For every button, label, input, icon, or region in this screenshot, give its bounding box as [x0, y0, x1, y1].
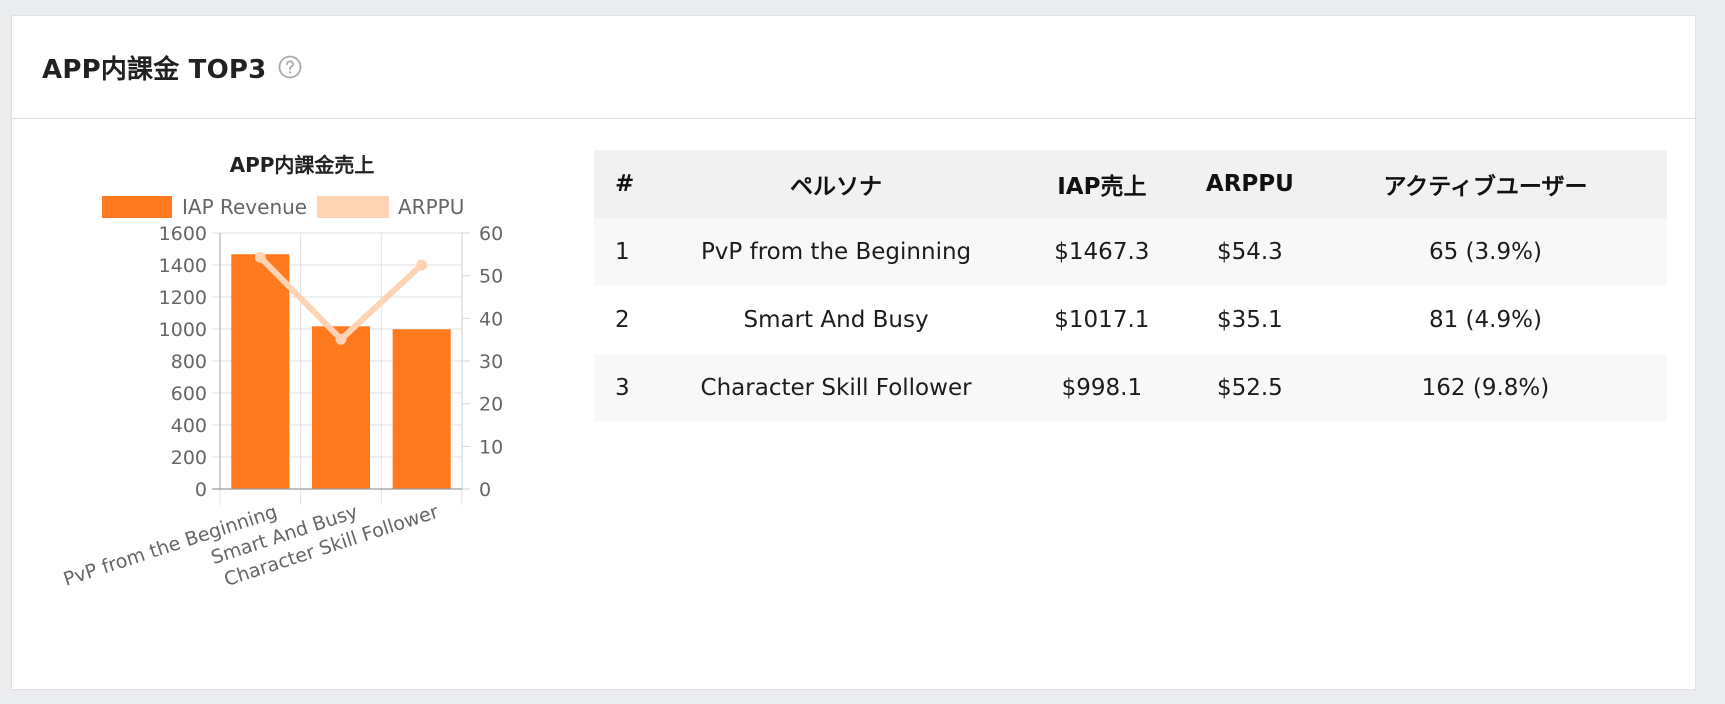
- cell-rank: 3: [594, 354, 665, 422]
- table-row: 1 PvP from the Beginning $1467.3 $54.3 6…: [594, 218, 1667, 286]
- header-active-users: アクティブユーザー: [1303, 150, 1667, 218]
- y-right-tick-label: 20: [479, 394, 503, 416]
- bar-iap-revenue: [311, 326, 371, 489]
- y-right-tick-label: 50: [479, 266, 503, 288]
- cell-arppu: $35.1: [1195, 286, 1304, 354]
- y-right-tick-label: 40: [479, 308, 503, 330]
- y-left-tick-label: 200: [171, 447, 207, 469]
- y-right-tick-label: 30: [479, 351, 503, 373]
- iap-chart-svg: 0 200 400 600 800 1000 1200 1400 1600 0 10 20 30 40 50…: [61, 153, 503, 591]
- legend-label-iap-revenue: IAP Revenue: [182, 195, 307, 219]
- cell-active-users: 81 (4.9%): [1303, 286, 1667, 354]
- cell-persona: Character Skill Follower: [664, 354, 1008, 422]
- y-right-tick-label: 60: [479, 223, 503, 245]
- legend-swatch-iap-revenue: [102, 196, 172, 218]
- chart-title: APP内課金売上: [230, 153, 375, 177]
- header-rank: #: [594, 150, 665, 218]
- y-left-tick-label: 0: [195, 479, 207, 501]
- y-left-tick-label: 1000: [159, 319, 207, 341]
- point-arppu: [254, 251, 266, 263]
- card-header: APP内課金 TOP3: [12, 16, 1695, 119]
- point-arppu: [335, 333, 347, 345]
- y-right-tick-label: 0: [479, 479, 491, 501]
- cell-iap-revenue: $1467.3: [1007, 218, 1196, 286]
- legend-label-arppu: ARPPU: [398, 195, 464, 219]
- table-row: 3 Character Skill Follower $998.1 $52.5 …: [594, 354, 1667, 422]
- card-title: APP内課金 TOP3: [42, 54, 267, 85]
- table-row: 2 Smart And Busy $1017.1 $35.1 81 (4.9%): [594, 286, 1667, 354]
- y-left-tick-label: 600: [171, 383, 207, 405]
- point-arppu: [416, 259, 428, 271]
- cell-active-users: 162 (9.8%): [1303, 354, 1667, 422]
- y-left-tick-label: 1200: [159, 287, 207, 309]
- y-left-tick-label: 1400: [159, 255, 207, 277]
- y-left-tick-label: 1600: [159, 223, 207, 245]
- cell-iap-revenue: $998.1: [1007, 354, 1196, 422]
- question-circle-icon[interactable]: [278, 55, 302, 79]
- header-arppu: ARPPU: [1195, 150, 1304, 218]
- cell-persona: Smart And Busy: [664, 286, 1008, 354]
- cell-arppu: $52.5: [1195, 354, 1304, 422]
- iap-chart: 0 200 400 600 800 1000 1200 1400 1600 0 10 20 30 40 50…: [12, 121, 592, 681]
- bar-iap-revenue: [231, 254, 290, 489]
- cell-persona: PvP from the Beginning: [664, 218, 1008, 286]
- header-iap-revenue: IAP売上: [1007, 150, 1196, 218]
- bar-iap-revenue: [392, 329, 451, 489]
- header-persona: ペルソナ: [664, 150, 1008, 218]
- cell-active-users: 65 (3.9%): [1303, 218, 1667, 286]
- iap-top3-card: APP内課金 TOP3 0 200 400 600 800 1000 1200 1400 160…: [11, 15, 1696, 690]
- table-header-row: # ペルソナ IAP売上 ARPPU アクティブユーザー: [594, 150, 1667, 218]
- y-left-tick-label: 400: [171, 415, 207, 437]
- cell-iap-revenue: $1017.1: [1007, 286, 1196, 354]
- persona-table: # ペルソナ IAP売上 ARPPU アクティブユーザー 1 PvP from …: [594, 150, 1667, 422]
- cell-rank: 1: [594, 218, 665, 286]
- persona-table-wrap: # ペルソナ IAP売上 ARPPU アクティブユーザー 1 PvP from …: [594, 150, 1667, 422]
- legend-swatch-arppu: [317, 196, 389, 218]
- cell-arppu: $54.3: [1195, 218, 1304, 286]
- y-right-tick-label: 10: [479, 436, 503, 458]
- cell-rank: 2: [594, 286, 665, 354]
- y-left-tick-label: 800: [171, 351, 207, 373]
